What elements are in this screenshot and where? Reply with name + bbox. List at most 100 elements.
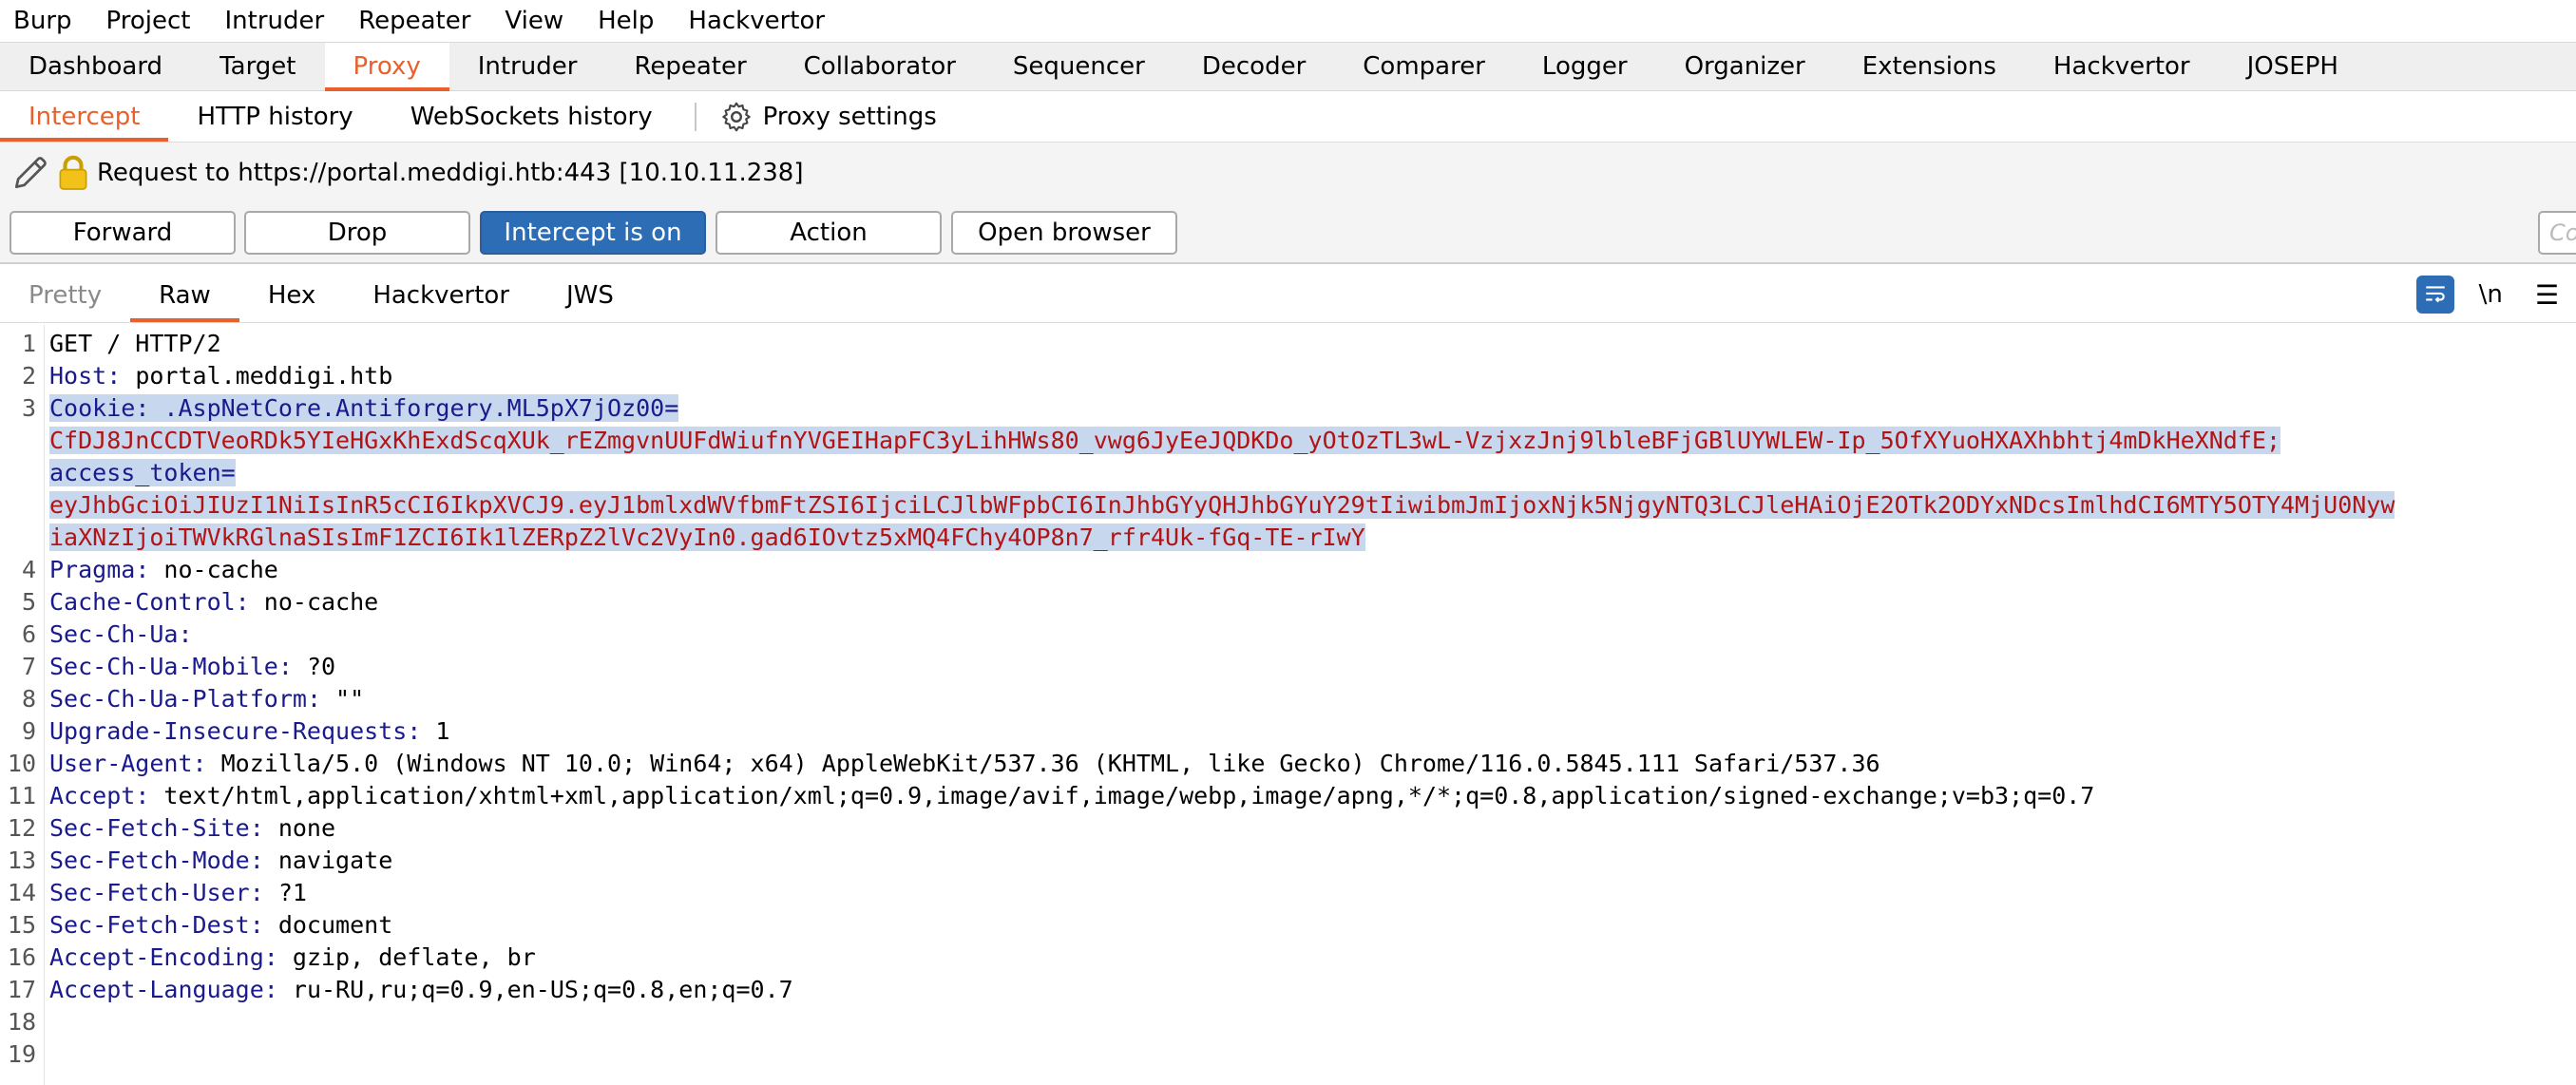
tab-dashboard[interactable]: Dashboard: [0, 43, 191, 90]
line-number: 2: [21, 362, 36, 390]
tab-repeater[interactable]: Repeater: [605, 43, 774, 90]
request-target: Request to https://portal.meddigi.htb:44…: [97, 159, 804, 187]
gear-icon: [721, 102, 751, 131]
header-value: "": [321, 685, 365, 713]
line-number: 12: [7, 814, 36, 842]
header-value: text/html,application/xhtml+xml,applicat…: [149, 782, 2095, 809]
header-line: Accept: text/html,application/xhtml+xml,…: [49, 782, 2095, 809]
menu-burp[interactable]: Burp: [13, 0, 72, 42]
header-name: Sec-Ch-Ua-Mobile: [49, 653, 278, 680]
cookie-token-line: iaXNzIjoiTWVkRGlnaSIsImF1ZCI6Ik1lZERpZ2l…: [49, 522, 1365, 554]
header-name: Sec-Fetch-Dest: [49, 911, 250, 939]
header-line: Sec-Ch-Ua-Mobile: ?0: [49, 653, 336, 680]
header-value: ?1: [263, 879, 307, 906]
tab-target[interactable]: Target: [191, 43, 324, 90]
line-number: 14: [7, 879, 36, 906]
tab-logger[interactable]: Logger: [1514, 43, 1656, 90]
tab-intruder[interactable]: Intruder: [449, 43, 606, 90]
header-line: Sec-Ch-Ua:: [49, 620, 193, 648]
line-number: 4: [21, 556, 36, 583]
menu-intruder[interactable]: Intruder: [224, 0, 324, 42]
line-number: 7: [21, 653, 36, 680]
tab-joseph[interactable]: JOSEPH: [2219, 43, 2367, 90]
tab-collaborator[interactable]: Collaborator: [775, 43, 984, 90]
comment-field[interactable]: Co: [2538, 211, 2576, 255]
header-line: Cache-Control: no-cache: [49, 588, 379, 616]
header-name: Pragma: [49, 556, 136, 583]
menu-repeater[interactable]: Repeater: [358, 0, 470, 42]
header-name: Cache-Control: [49, 588, 236, 616]
header-name: Sec-Fetch-Site: [49, 814, 250, 842]
tab-raw[interactable]: Raw: [130, 267, 239, 322]
menu-view[interactable]: View: [505, 0, 563, 42]
newline-toggle-icon[interactable]: \n: [2479, 280, 2503, 309]
header-value: 1: [421, 717, 450, 745]
header-value: navigate: [263, 847, 393, 874]
hamburger-menu-icon[interactable]: ☰: [2535, 279, 2559, 311]
forward-button[interactable]: Forward: [10, 211, 236, 255]
word-wrap-icon[interactable]: [2415, 276, 2454, 314]
line-number: 5: [21, 588, 36, 616]
header-name: Sec-Fetch-Mode: [49, 847, 250, 874]
intercept-toolbar: Forward Drop Intercept is on Action Open…: [0, 203, 2576, 264]
request-line-text: GET / HTTP/2: [49, 330, 221, 357]
open-browser-button[interactable]: Open browser: [951, 211, 1177, 255]
line-number: 15: [7, 911, 36, 939]
header-line: Upgrade-Insecure-Requests: 1: [49, 717, 450, 745]
cookie-token-line: eyJhbGciOiJIUzI1NiIsInR5cCI6IkpXVCJ9.eyJ…: [49, 489, 2395, 522]
action-button[interactable]: Action: [716, 211, 942, 255]
header-value: no-cache: [149, 556, 278, 583]
tab-proxy[interactable]: Proxy: [324, 43, 449, 91]
tab-comparer[interactable]: Comparer: [1334, 43, 1514, 90]
cookie-token-value: iaXNzIjoiTWVkRGlnaSIsImF1ZCI6Ik1lZERpZ2l…: [49, 523, 1365, 551]
tab-organizer[interactable]: Organizer: [1656, 43, 1834, 90]
cookie-name: .AspNetCore.Antiforgery.ML5pX7jOz00=: [149, 394, 679, 422]
tab-jws[interactable]: JWS: [538, 267, 642, 322]
tab-sequencer[interactable]: Sequencer: [984, 43, 1174, 90]
header-line: User-Agent: Mozilla/5.0 (Windows NT 10.0…: [49, 750, 1880, 777]
tab-hex[interactable]: Hex: [239, 267, 344, 322]
header-line: Pragma: no-cache: [49, 556, 278, 583]
header-name: Host: [49, 362, 107, 390]
proxy-settings-button[interactable]: Proxy settings: [710, 100, 937, 134]
intercept-toggle-button[interactable]: Intercept is on: [480, 211, 706, 255]
header-name: Accept-Encoding: [49, 943, 264, 971]
menu-help[interactable]: Help: [598, 0, 654, 42]
line-number: 1: [21, 330, 36, 357]
tab-hackvertor-editor[interactable]: Hackvertor: [344, 267, 538, 322]
tab-separator: [694, 102, 696, 131]
pencil-icon[interactable]: [10, 152, 51, 194]
line-number: 16: [7, 943, 36, 971]
line-number: 3: [21, 394, 36, 422]
line-number: 11: [7, 782, 36, 809]
tab-websockets-history[interactable]: WebSockets history: [382, 92, 681, 142]
tab-extensions[interactable]: Extensions: [1834, 43, 2025, 90]
header-name: Cookie: [49, 394, 136, 422]
header-value: ru-RU,ru;q=0.9,en-US;q=0.8,en;q=0.7: [277, 976, 793, 1003]
header-line: Accept-Language: ru-RU,ru;q=0.9,en-US;q=…: [49, 976, 793, 1003]
tab-hackvertor[interactable]: Hackvertor: [2025, 43, 2219, 90]
proxy-settings-label: Proxy settings: [762, 102, 937, 131]
header-name: Accept-Language: [49, 976, 264, 1003]
request-editor[interactable]: 1 2 3 4 5 6 7 8 9 10 11 12 13 14 15 16 1…: [0, 325, 2576, 1085]
header-line: Accept-Encoding: gzip, deflate, br: [49, 943, 536, 971]
lock-icon: [59, 155, 87, 190]
tab-http-history[interactable]: HTTP history: [168, 92, 381, 142]
drop-button[interactable]: Drop: [244, 211, 470, 255]
line-number: 6: [21, 620, 36, 648]
line-number: 13: [7, 847, 36, 874]
tab-pretty[interactable]: Pretty: [0, 267, 130, 322]
header-name: Accept: [49, 782, 136, 809]
menu-bar: Burp Project Intruder Repeater View Help…: [0, 0, 2576, 42]
header-name: Upgrade-Insecure-Requests: [49, 717, 408, 745]
line-number: 8: [21, 685, 36, 713]
menu-project[interactable]: Project: [106, 0, 191, 42]
tab-intercept[interactable]: Intercept: [0, 92, 169, 142]
tab-decoder[interactable]: Decoder: [1174, 43, 1334, 90]
request-line: GET / HTTP/2: [49, 328, 221, 360]
header-name: Sec-Ch-Ua-Platform: [49, 685, 307, 713]
menu-hackvertor[interactable]: Hackvertor: [688, 0, 825, 42]
request-info-bar: Request to https://portal.meddigi.htb:44…: [0, 143, 2576, 203]
proxy-sub-tabs: Intercept HTTP history WebSockets histor…: [0, 91, 2576, 143]
line-number: 19: [7, 1040, 36, 1068]
